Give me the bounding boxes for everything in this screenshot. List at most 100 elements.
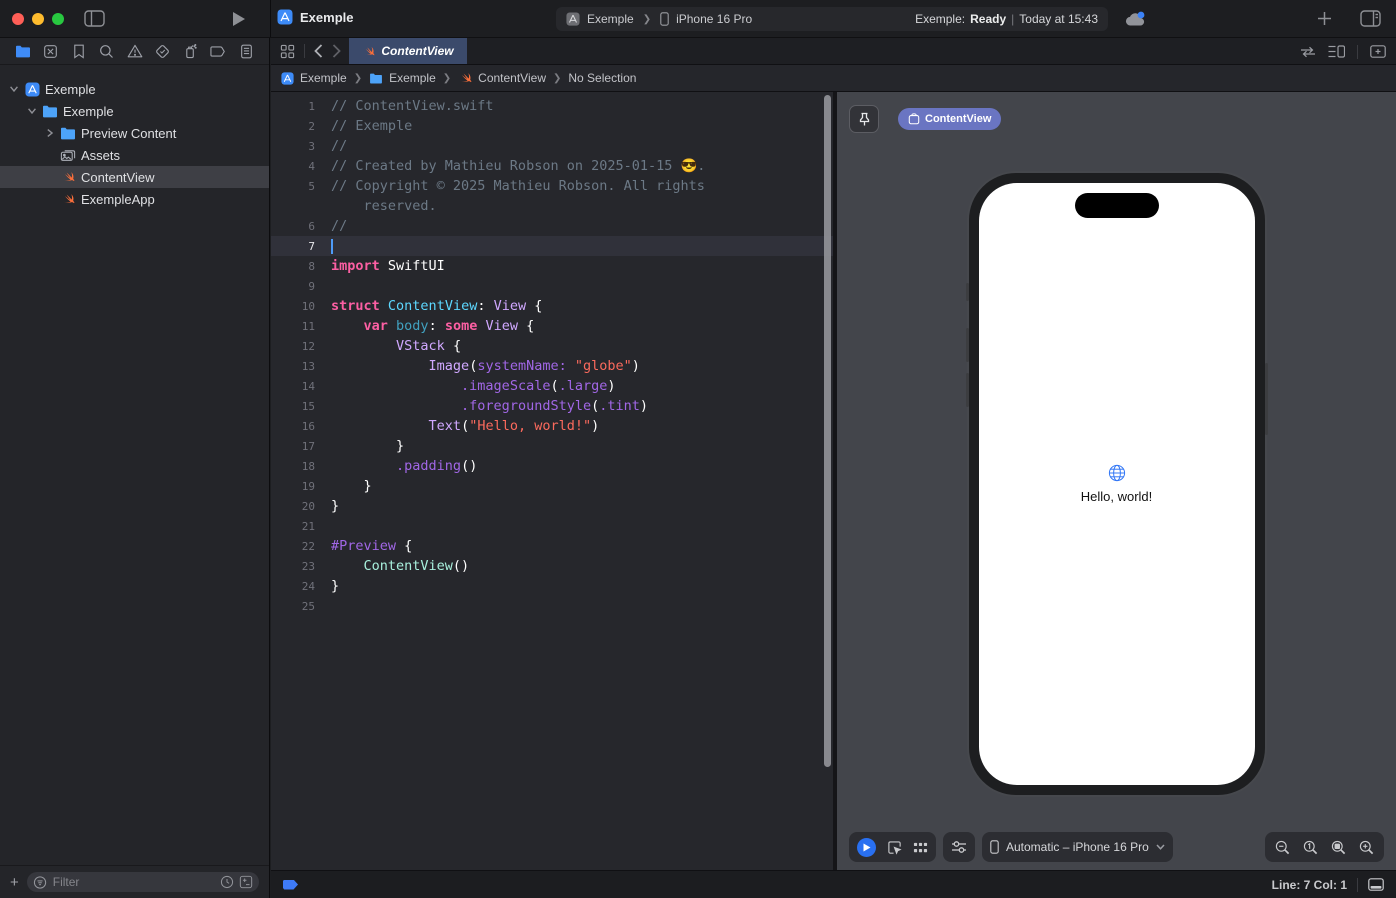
project-navigator-icon[interactable]	[12, 40, 34, 62]
source-control-status-icon[interactable]	[239, 875, 253, 889]
tree-item-exemple[interactable]: Exemple	[0, 100, 269, 122]
tree-item-exemple[interactable]: Exemple	[0, 78, 269, 100]
tree-item-assets[interactable]: Assets	[0, 144, 269, 166]
tab-contentview[interactable]: ContentView	[349, 38, 467, 64]
code-line[interactable]: 22 #Preview {	[271, 536, 833, 556]
code-line[interactable]: 4 // Created by Mathieu Robson on 2025-01…	[271, 156, 833, 176]
code-line[interactable]: 18 .padding()	[271, 456, 833, 476]
filter-input[interactable]: Filter	[26, 872, 259, 892]
code-line[interactable]: 8 import SwiftUI	[271, 256, 833, 276]
jumpbar-item-exemple[interactable]: Exemple	[369, 71, 436, 85]
code-review-icon[interactable]	[1300, 46, 1316, 58]
activity-status[interactable]: Exemple: Ready | Today at 15:43	[915, 12, 1098, 26]
editor-options-icon[interactable]	[1328, 45, 1345, 58]
line-number: 23	[301, 559, 315, 573]
code-line[interactable]: 12 VStack {	[271, 336, 833, 356]
jumpbar-item-no-selection[interactable]: No Selection	[568, 71, 636, 85]
disclosure-right-icon[interactable]	[42, 129, 58, 137]
tree-item-label: ContentView	[81, 169, 155, 185]
code-text: var body: some View {	[363, 318, 535, 334]
toggle-inspector-sidebar-icon[interactable]	[1360, 10, 1381, 27]
add-file-button[interactable]: +	[10, 875, 19, 890]
line-number: 10	[301, 299, 315, 313]
code-line[interactable]: reserved.	[271, 196, 833, 216]
tree-item-preview-content[interactable]: Preview Content	[0, 122, 269, 144]
find-navigator-icon[interactable]	[96, 40, 118, 62]
zoom-window-button[interactable]	[52, 13, 64, 25]
issues-navigator-icon[interactable]	[124, 40, 146, 62]
pin-preview-button[interactable]	[849, 105, 879, 133]
reports-navigator-icon[interactable]	[235, 40, 257, 62]
selectable-mode-button[interactable]	[887, 840, 902, 855]
device-selector-label: Automatic – iPhone 16 Pro	[1006, 840, 1149, 854]
code-line[interactable]: 23 ContentView()	[271, 556, 833, 576]
preview-target-pill[interactable]: ContentView	[898, 108, 1002, 130]
code-text: .padding()	[396, 458, 478, 474]
breakpoints-navigator-icon[interactable]	[207, 40, 229, 62]
source-editor[interactable]: 1 // ContentView.swift 2 // Exemple 3 // 4 // C…	[271, 92, 833, 870]
iphone-preview-device[interactable]: Hello, world!	[965, 173, 1268, 795]
code-line[interactable]: 3 //	[271, 136, 833, 156]
code-line[interactable]: 20}	[271, 496, 833, 516]
scheme-selector[interactable]: Exemple ❯ iPhone 16 Pro	[566, 12, 752, 26]
variants-mode-button[interactable]	[913, 840, 928, 855]
tree-item-exempleapp[interactable]: ExempleApp	[0, 188, 269, 210]
line-number: 3	[308, 139, 315, 153]
bookmarks-navigator-icon[interactable]	[68, 40, 90, 62]
tests-navigator-icon[interactable]	[151, 40, 173, 62]
recent-files-icon[interactable]	[220, 875, 234, 889]
code-line[interactable]: 19 }	[271, 476, 833, 496]
code-line[interactable]: 14 .imageScale(.large)	[271, 376, 833, 396]
add-editor-icon[interactable]	[1370, 45, 1386, 58]
scheme-app-icon	[566, 12, 580, 26]
zoom-in-icon[interactable]	[1359, 840, 1374, 855]
run-button[interactable]	[232, 11, 246, 27]
go-forward-icon[interactable]	[332, 44, 341, 58]
dynamic-island	[1074, 193, 1159, 218]
jumpbar-item-exemple[interactable]: Exemple	[281, 71, 347, 85]
tree-item-contentview[interactable]: ContentView	[0, 166, 269, 188]
preview-screen[interactable]: Hello, world!	[978, 183, 1255, 785]
close-window-button[interactable]	[12, 13, 24, 25]
device-settings-button[interactable]	[951, 840, 967, 854]
editor-scrollbar[interactable]	[824, 95, 831, 767]
window-title: Exemple	[277, 9, 353, 25]
code-line[interactable]: 13 Image(systemName: "globe")	[271, 356, 833, 376]
live-preview-button[interactable]	[857, 837, 876, 857]
code-line[interactable]: 17 }	[271, 436, 833, 456]
code-line[interactable]: 6 //	[271, 216, 833, 236]
toggle-debug-area-icon[interactable]	[1368, 878, 1384, 891]
jumpbar-item-contentview[interactable]: ContentView	[458, 71, 546, 85]
line-number: 8	[308, 259, 315, 273]
code-line[interactable]: 25	[271, 596, 833, 616]
code-line[interactable]: 2 // Exemple	[271, 116, 833, 136]
code-line[interactable]: 7	[271, 236, 833, 256]
disclosure-down-icon[interactable]	[24, 108, 40, 114]
run-destination: iPhone 16 Pro	[676, 12, 753, 26]
cloud-sync-icon[interactable]	[1124, 10, 1147, 27]
zoom-fit-icon[interactable]	[1331, 840, 1346, 855]
preview-device-selector[interactable]: Automatic – iPhone 16 Pro	[982, 832, 1173, 862]
disclosure-down-icon[interactable]	[6, 86, 22, 92]
code-line[interactable]: 5 // Copyright © 2025 Mathieu Robson. All…	[271, 176, 833, 196]
line-number: 1	[308, 99, 315, 113]
go-back-icon[interactable]	[314, 44, 323, 58]
zoom-100-icon[interactable]	[1303, 840, 1318, 855]
code-text: ContentView()	[363, 558, 470, 574]
related-items-icon[interactable]	[280, 44, 295, 59]
code-line[interactable]: 11 var body: some View {	[271, 316, 833, 336]
code-line[interactable]: 21	[271, 516, 833, 536]
add-button[interactable]	[1317, 11, 1332, 26]
code-line[interactable]: 10 struct ContentView: View {	[271, 296, 833, 316]
breakpoints-indicator[interactable]	[283, 879, 298, 890]
code-line[interactable]: 15 .foregroundStyle(.tint)	[271, 396, 833, 416]
minimize-window-button[interactable]	[32, 13, 44, 25]
code-line[interactable]: 24}	[271, 576, 833, 596]
code-line[interactable]: 16 Text("Hello, world!")	[271, 416, 833, 436]
toggle-navigator-sidebar-icon[interactable]	[84, 10, 105, 27]
debug-navigator-icon[interactable]	[179, 40, 201, 62]
code-line[interactable]: 1 // ContentView.swift	[271, 96, 833, 116]
code-line[interactable]: 9	[271, 276, 833, 296]
source-control-navigator-icon[interactable]	[40, 40, 62, 62]
zoom-out-icon[interactable]	[1275, 840, 1290, 855]
